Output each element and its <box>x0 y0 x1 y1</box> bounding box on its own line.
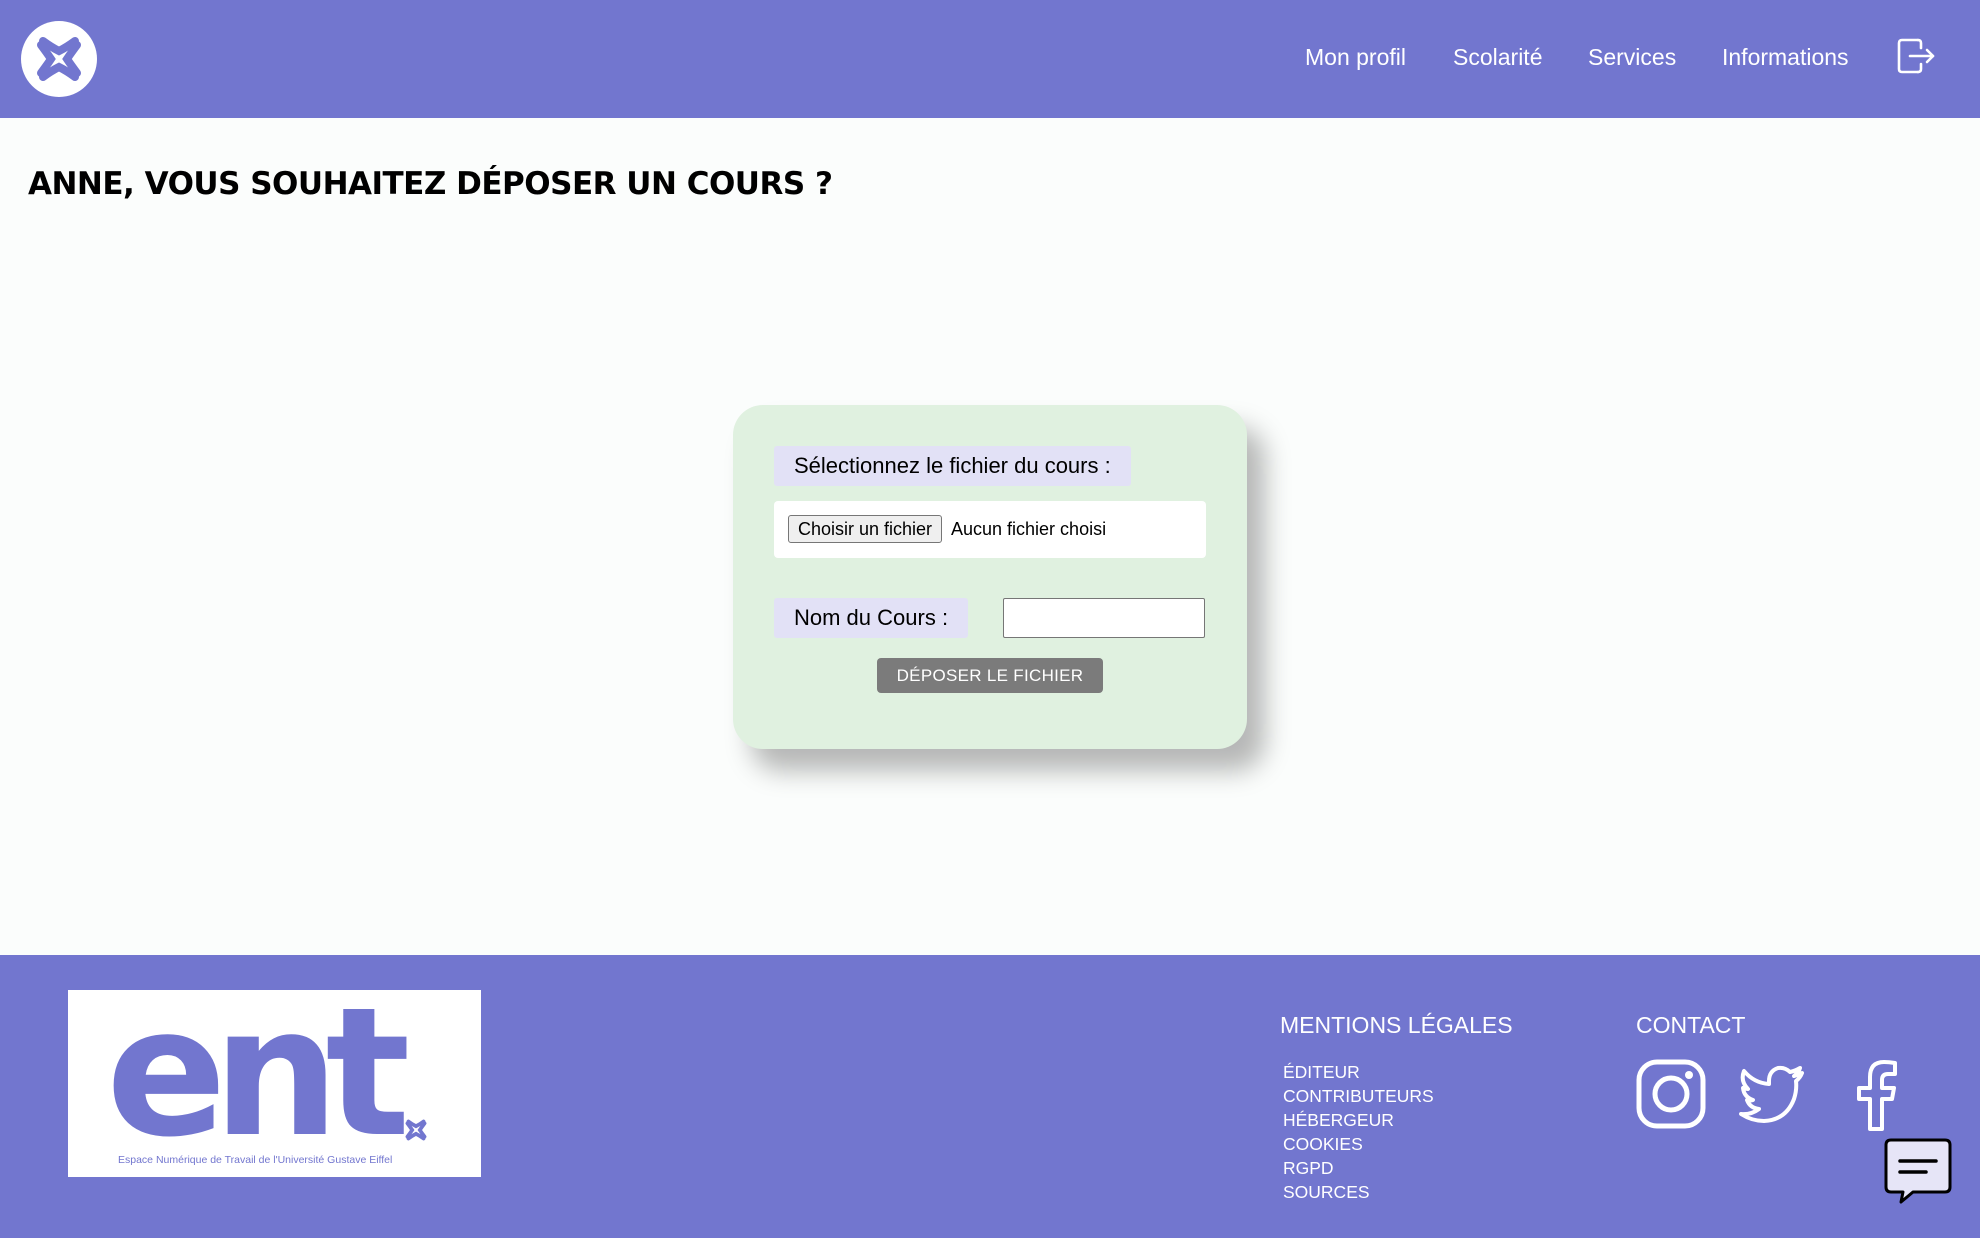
legal-link-hebergeur[interactable]: HÉBERGEUR <box>1283 1108 1434 1132</box>
footer: ent Espace Numérique de Travail de l'Uni… <box>0 955 1980 1238</box>
upload-course-form: Sélectionnez le fichier du cours : Chois… <box>733 405 1247 749</box>
file-status-text: Aucun fichier choisi <box>951 519 1107 539</box>
file-input[interactable]: Choisir un fichier Aucun fichier choisi <box>774 501 1206 558</box>
course-name-input[interactable] <box>1003 598 1205 638</box>
course-name-label: Nom du Cours : <box>774 598 969 638</box>
legal-link-editeur[interactable]: ÉDITEUR <box>1283 1060 1434 1084</box>
nav-scolarite[interactable]: Scolarité <box>1453 44 1542 71</box>
home-logo[interactable] <box>21 21 97 97</box>
legal-links: ÉDITEUR CONTRIBUTEURS HÉBERGEUR COOKIES … <box>1283 1060 1434 1204</box>
angry-face-symbol-icon <box>37 37 81 81</box>
legal-link-contributeurs[interactable]: CONTRIBUTEURS <box>1283 1084 1434 1108</box>
ent-logo-caption: Espace Numérique de Travail de l'Univers… <box>118 1154 393 1166</box>
facebook-icon[interactable] <box>1848 1059 1902 1131</box>
ent-logo-wordmark: ent <box>106 969 411 1176</box>
twitter-icon[interactable] <box>1738 1059 1808 1129</box>
legal-heading: MENTIONS LÉGALES <box>1280 1012 1513 1038</box>
contact-heading: CONTACT <box>1636 1012 1746 1038</box>
legal-link-cookies[interactable]: COOKIES <box>1283 1132 1434 1156</box>
chat-bubble-icon[interactable] <box>1883 1137 1953 1205</box>
angry-face-symbol-icon <box>405 1119 427 1141</box>
file-select-label: Sélectionnez le fichier du cours : <box>774 446 1131 486</box>
legal-link-rgpd[interactable]: RGPD <box>1283 1156 1434 1180</box>
ent-logo: ent Espace Numérique de Travail de l'Uni… <box>68 984 481 1177</box>
nav-services[interactable]: Services <box>1588 44 1676 71</box>
page-title: ANNE, VOUS SOUHAITEZ DÉPOSER UN COURS ? <box>28 166 833 202</box>
top-navbar: Mon profil Scolarité Services Informatio… <box>0 0 1980 118</box>
instagram-icon[interactable] <box>1636 1059 1706 1129</box>
logout-arrow-icon[interactable] <box>1896 36 1936 76</box>
choose-file-button[interactable]: Choisir un fichier <box>788 515 943 543</box>
nav-informations[interactable]: Informations <box>1722 44 1849 71</box>
submit-file-button[interactable]: DÉPOSER LE FICHIER <box>877 658 1103 693</box>
legal-link-sources[interactable]: SOURCES <box>1283 1180 1434 1204</box>
nav-mon-profil[interactable]: Mon profil <box>1305 44 1406 71</box>
